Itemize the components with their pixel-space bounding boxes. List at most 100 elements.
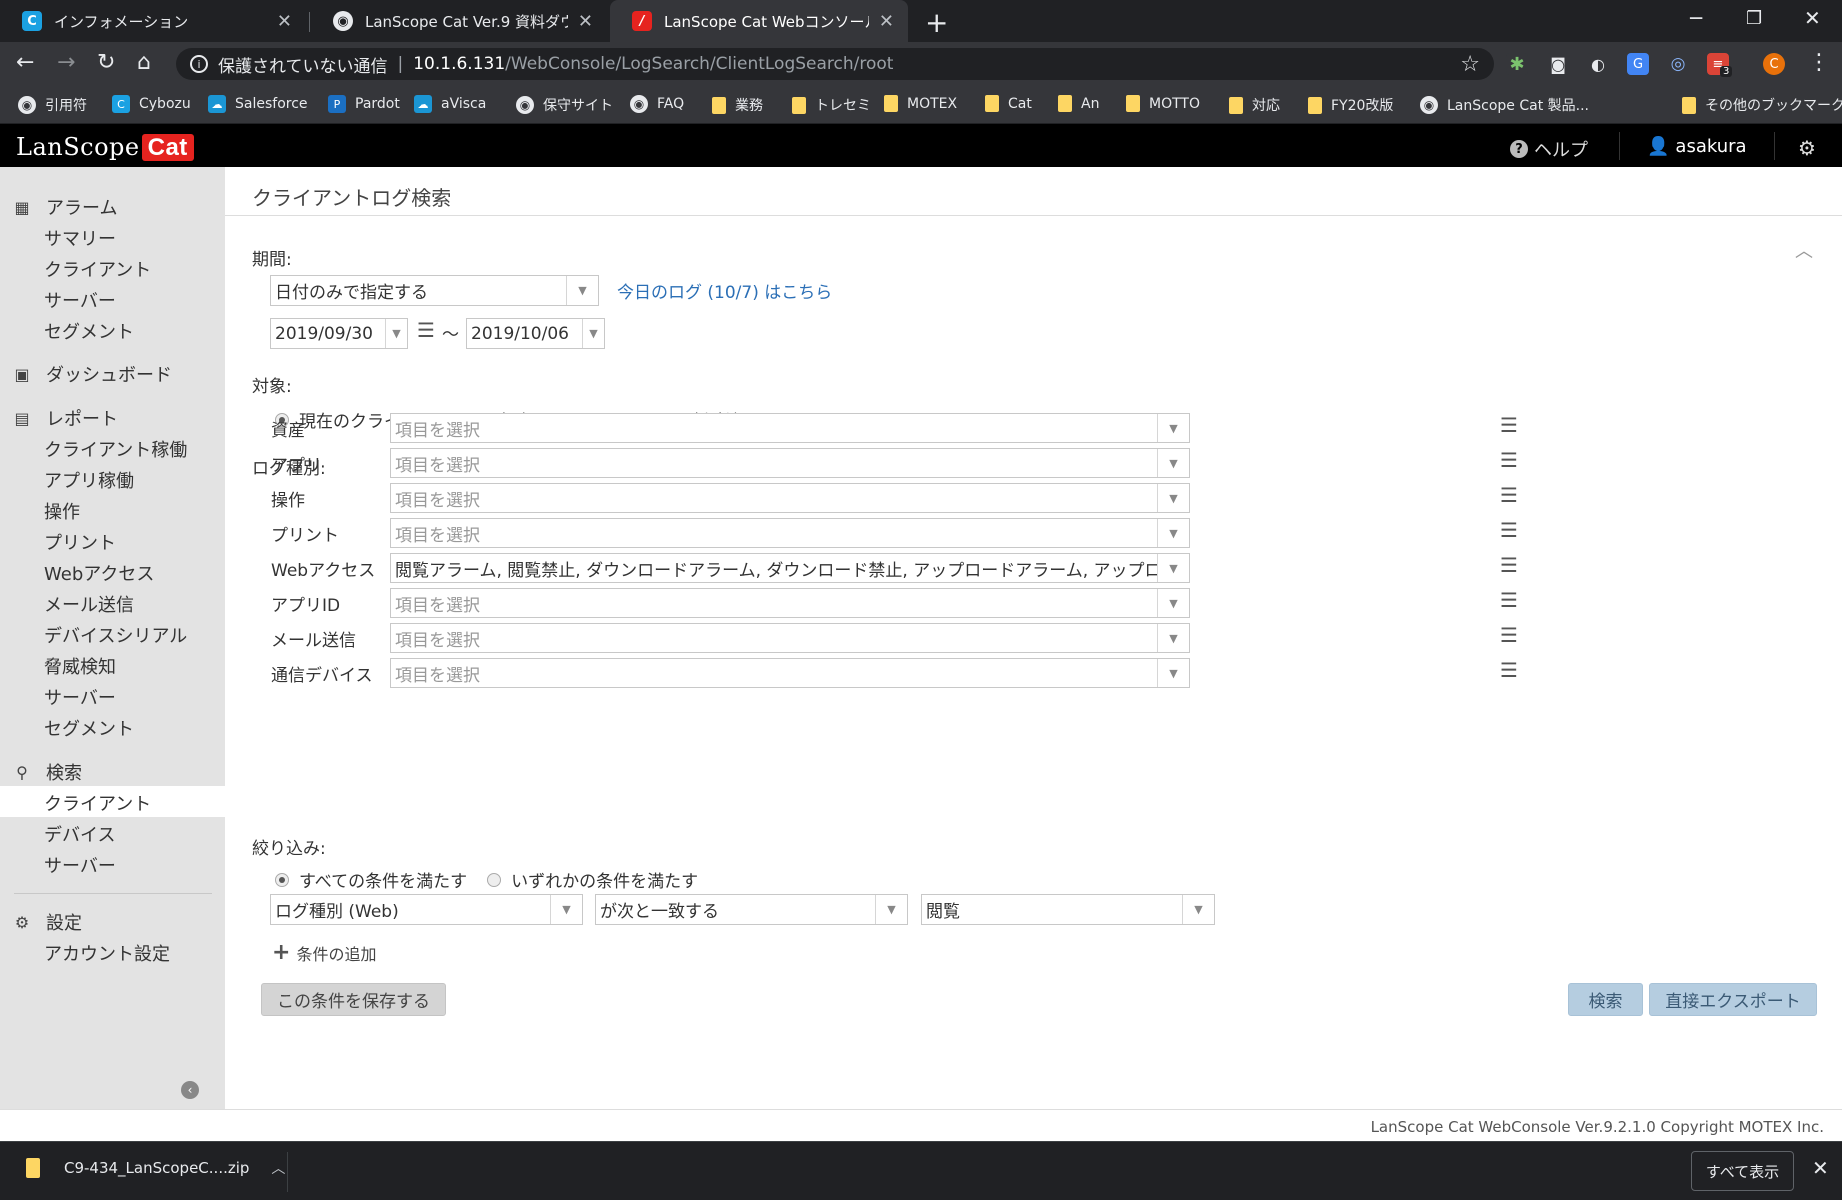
bookmark-item[interactable]: C Cybozu <box>112 95 191 113</box>
sidebar-item-alarm-segment[interactable]: セグメント <box>44 318 134 344</box>
close-tab-icon[interactable]: ✕ <box>879 11 894 32</box>
sidebar-item-search-client[interactable]: クライアント <box>44 790 151 816</box>
show-all-downloads-button[interactable]: すべて表示 <box>1691 1151 1794 1191</box>
period-mode-select[interactable]: 日付のみで指定する ▼ <box>270 275 599 306</box>
bookmark-item[interactable]: トレセミ <box>792 95 871 115</box>
logtype-select[interactable]: 項目を選択 ▼ <box>390 483 1190 513</box>
date-to-select[interactable]: 2019/10/06 ▼ <box>466 318 605 349</box>
sidebar-item-alarm-client[interactable]: クライアント <box>44 256 151 282</box>
chevron-up-icon[interactable]: ︿ <box>1795 237 1813 263</box>
list-menu-icon[interactable]: ☰ <box>1500 415 1518 435</box>
lanscope-logo[interactable]: LanScope Cat <box>16 133 194 162</box>
filter-radio-any[interactable] <box>487 872 502 887</box>
sidebar-item-report-print[interactable]: プリント <box>44 529 116 555</box>
add-condition-button[interactable]: + 条件の追加 <box>272 940 376 965</box>
minimize-icon[interactable]: ─ <box>1690 6 1702 30</box>
list-menu-icon[interactable]: ☰ <box>1500 450 1518 470</box>
forward-arrow-icon[interactable]: → <box>57 50 75 75</box>
bookmark-item[interactable]: MOTEX <box>884 95 957 112</box>
translate-extension-icon[interactable]: G <box>1627 53 1649 75</box>
filter-radio-all[interactable] <box>275 872 289 887</box>
chevron-up-icon[interactable]: ︿ <box>271 1158 285 1178</box>
sidebar-group-report[interactable]: ▤ レポート <box>14 405 118 431</box>
sidebar-item-report-operation[interactable]: 操作 <box>44 498 80 524</box>
bookmark-item[interactable]: MOTTO <box>1126 95 1200 112</box>
bookmark-item[interactable]: ◉ 引用符 <box>18 95 87 115</box>
sidebar-item-alarm-summary[interactable]: サマリー <box>44 225 116 251</box>
close-tab-icon[interactable]: ✕ <box>578 11 593 32</box>
collapse-sidebar-icon[interactable]: ‹ <box>181 1081 199 1099</box>
address-bar[interactable]: i 保護されていない通信 | 10.1.6.131 /WebConsole/Lo… <box>176 48 1494 80</box>
bookmark-item[interactable]: 業務 <box>712 95 763 115</box>
restore-icon[interactable]: ❐ <box>1746 8 1762 29</box>
save-condition-button[interactable]: この条件を保存する <box>261 983 446 1016</box>
bookmark-item[interactable]: An <box>1058 95 1099 112</box>
close-download-bar-icon[interactable]: ✕ <box>1812 1156 1829 1180</box>
lightbulb-extension-icon[interactable]: ◐ <box>1587 53 1609 75</box>
puzzle-extension-icon[interactable]: ✱ <box>1506 53 1528 75</box>
sidebar-item-search-device[interactable]: デバイス <box>44 821 115 847</box>
bookmark-item[interactable]: Cat <box>985 95 1032 112</box>
browser-tab-webconsole[interactable]: / LanScope Cat Webコンソール - クラ ✕ <box>610 0 908 42</box>
window-close-icon[interactable]: ✕ <box>1804 6 1821 30</box>
browser-tab-download[interactable]: ◉ LanScope Cat Ver.9 資料ダウンロー ✕ <box>311 0 607 42</box>
bookmark-item[interactable]: P Pardot <box>328 95 400 113</box>
help-link[interactable]: ? ヘルプ <box>1510 136 1588 162</box>
sidebar-item-report-segment[interactable]: セグメント <box>44 715 134 741</box>
sidebar-item-alarm-server[interactable]: サーバー <box>44 287 116 313</box>
reload-icon[interactable]: ↻ <box>97 50 115 75</box>
sidebar-group-alarm[interactable]: ▦ アラーム <box>14 194 117 220</box>
bookmark-item[interactable]: ◉ FAQ <box>630 95 684 113</box>
list-menu-icon[interactable]: ☰ <box>417 320 435 340</box>
list-menu-icon[interactable]: ☰ <box>1500 625 1518 645</box>
home-icon[interactable]: ⌂ <box>137 50 151 75</box>
sidebar-item-report-app-operation[interactable]: アプリ稼働 <box>44 467 134 493</box>
browser-tab-information[interactable]: C インフォメーション ✕ <box>0 0 306 42</box>
logtype-select[interactable]: 項目を選択 ▼ <box>390 448 1190 478</box>
bookmark-item[interactable]: ◉ 保守サイト <box>516 95 613 115</box>
logtype-select[interactable]: 項目を選択 ▼ <box>390 658 1190 688</box>
sidebar-item-search-server[interactable]: サーバー <box>44 852 116 878</box>
list-menu-icon[interactable]: ☰ <box>1500 590 1518 610</box>
sidebar-item-report-threat[interactable]: 脅威検知 <box>44 653 116 679</box>
bookmark-star-icon[interactable]: ☆ <box>1460 52 1480 77</box>
bookmark-item[interactable]: その他のブックマーク <box>1682 95 1842 115</box>
logtype-select[interactable]: 項目を選択 ▼ <box>390 413 1190 443</box>
new-tab-icon[interactable]: + <box>925 6 948 39</box>
date-from-select[interactable]: 2019/09/30 ▼ <box>270 318 408 349</box>
sidebar-group-dashboard[interactable]: ▣ ダッシュボード <box>14 361 172 387</box>
bookmark-item[interactable]: 対応 <box>1229 95 1280 115</box>
settings-gear-icon[interactable]: ⚙ <box>1798 136 1816 160</box>
sidebar-item-account-settings[interactable]: アカウント設定 <box>44 940 170 966</box>
list-menu-icon[interactable]: ☰ <box>1500 555 1518 575</box>
chrome-menu-icon[interactable]: ⋮ <box>1808 50 1830 75</box>
sidebar-group-settings[interactable]: ⚙ 設定 <box>14 909 82 935</box>
back-arrow-icon[interactable]: ← <box>16 50 34 75</box>
bookmark-item[interactable]: FY20改版 <box>1308 95 1393 115</box>
filter-field-select[interactable]: ログ種別 (Web) ▼ <box>270 894 583 925</box>
list-menu-icon[interactable]: ☰ <box>1500 485 1518 505</box>
bookmark-item[interactable]: ☁ Salesforce <box>208 95 308 113</box>
filter-operator-select[interactable]: が次と一致する ▼ <box>595 894 908 925</box>
info-icon[interactable]: i <box>190 55 208 73</box>
logtype-select[interactable]: 項目を選択 ▼ <box>390 588 1190 618</box>
sidebar-group-search[interactable]: ⚲ 検索 <box>14 759 82 785</box>
profile-avatar[interactable]: C <box>1763 53 1785 75</box>
sidebar-item-report-mail[interactable]: メール送信 <box>44 591 134 617</box>
camera-extension-icon[interactable]: ◙ <box>1547 53 1569 75</box>
bookmark-item[interactable]: ☁ aVisca <box>414 95 486 113</box>
today-log-link[interactable]: 今日のログ (10/7) はこちら <box>617 278 832 303</box>
search-button[interactable]: 検索 <box>1568 983 1643 1016</box>
sidebar-item-report-web-access[interactable]: Webアクセス <box>44 560 154 586</box>
download-item[interactable]: C9-434_LanScopeC....zip ︿ <box>26 1158 285 1178</box>
list-menu-icon[interactable]: ☰ <box>1500 660 1518 680</box>
logtype-select[interactable]: 項目を選択 ▼ <box>390 518 1190 548</box>
circle-extension-icon[interactable]: ◎ <box>1667 53 1689 75</box>
list-menu-icon[interactable]: ☰ <box>1500 520 1518 540</box>
sidebar-item-report-client-operation[interactable]: クライアント稼働 <box>44 436 187 462</box>
user-menu[interactable]: 👤 asakura <box>1647 136 1747 157</box>
logtype-select[interactable]: 項目を選択 ▼ <box>390 623 1190 653</box>
direct-export-button[interactable]: 直接エクスポート <box>1649 983 1817 1016</box>
logtype-select[interactable]: 閲覧アラーム, 閲覧禁止, ダウンロードアラーム, ダウンロード禁止, アップロ… <box>390 553 1190 583</box>
sidebar-item-report-device-serial[interactable]: デバイスシリアル <box>44 622 187 648</box>
